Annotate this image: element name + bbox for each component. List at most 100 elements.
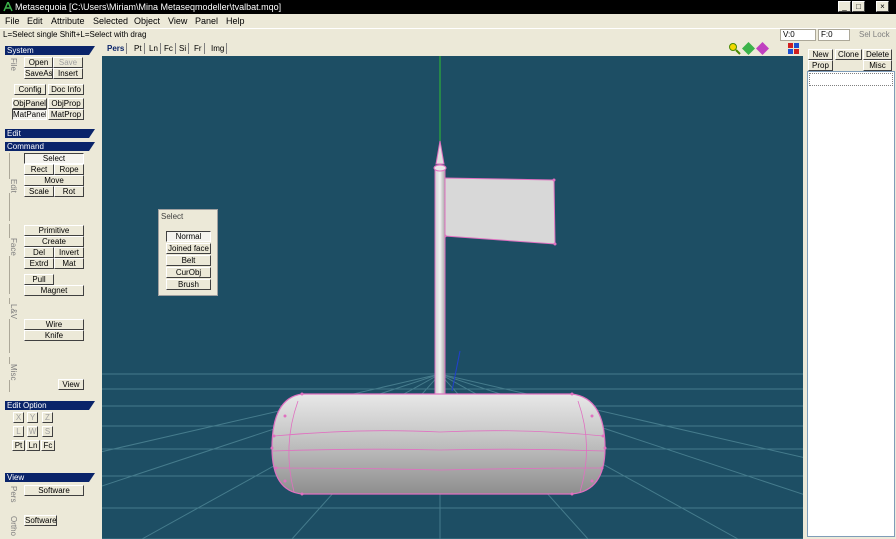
tab-ln[interactable]: Ln [147, 43, 161, 54]
create-button[interactable]: Create [24, 236, 84, 247]
3d-viewport[interactable] [102, 56, 803, 539]
config-button[interactable]: Config [14, 84, 46, 95]
flag-mesh[interactable] [443, 177, 557, 246]
scale-tool-button[interactable]: Scale [24, 186, 54, 197]
obj-prop-button[interactable]: ObjProp [48, 98, 84, 109]
rotate-view-icon[interactable] [756, 42, 769, 55]
save-as-button[interactable]: SaveAs [24, 68, 53, 79]
select-dialog: Select Normal Joined face Belt CurObj Br… [158, 209, 218, 296]
menu-attribute[interactable]: Attribute [51, 15, 85, 27]
zoom-icon[interactable] [728, 42, 741, 55]
edit-option-header[interactable]: Edit Option [5, 401, 95, 410]
menu-selected[interactable]: Selected [93, 15, 128, 27]
select-joined-face-button[interactable]: Joined face [166, 243, 211, 254]
menu-panel[interactable]: Panel [195, 15, 218, 27]
select-curobj-button[interactable]: CurObj [166, 267, 211, 278]
view-command-button[interactable]: View [58, 379, 84, 390]
mat-prop-button[interactable]: MatProp [48, 109, 84, 120]
menu-view[interactable]: View [168, 15, 187, 27]
menu-help[interactable]: Help [226, 15, 245, 27]
invert-button[interactable]: Invert [54, 247, 84, 258]
maximize-button[interactable]: □ [852, 1, 865, 12]
command-header[interactable]: Command [5, 142, 95, 151]
tab-fc[interactable]: Fc [162, 43, 176, 54]
tab-pers[interactable]: Pers [105, 43, 128, 54]
object-prop-button[interactable]: Prop [808, 60, 833, 71]
scene-canvas[interactable] [102, 56, 803, 539]
knife-button[interactable]: Knife [24, 330, 84, 341]
save-button[interactable]: Save [53, 57, 83, 68]
tab-img[interactable]: Img [209, 43, 228, 54]
select-belt-button[interactable]: Belt [166, 255, 211, 266]
open-button[interactable]: Open [24, 57, 53, 68]
command-panel: System File Open Save SaveAs Insert Conf… [0, 42, 100, 539]
select-brush-button[interactable]: Brush [166, 279, 211, 290]
obj-panel-button[interactable]: ObjPanel [12, 98, 47, 109]
face-group-label: Face [9, 238, 18, 256]
menu-bar: File Edit Attribute Selected Object View… [0, 14, 896, 28]
axis-x-button[interactable]: X [13, 412, 24, 423]
pull-button[interactable]: Pull [24, 274, 54, 285]
move-tool-button[interactable]: Move [24, 175, 84, 186]
new-object-button[interactable]: New [808, 49, 833, 60]
edit-group-label: Edit [9, 179, 18, 193]
select-dialog-title: Select [161, 212, 184, 221]
file-group-label: File [9, 58, 18, 71]
coord-s-button[interactable]: S [42, 426, 53, 437]
del-button[interactable]: Del [24, 247, 54, 258]
rot-tool-button[interactable]: Rot [54, 186, 84, 197]
mat-panel-button[interactable]: MatPanel [12, 109, 47, 120]
view-header[interactable]: View [5, 473, 95, 482]
software-render-button-bottom[interactable]: Software [24, 515, 57, 526]
hint-bar: L=Select single Shift+L=Select with drag [0, 28, 896, 41]
doc-info-button[interactable]: Doc Info [48, 84, 84, 95]
insert-button[interactable]: Insert [53, 68, 83, 79]
coord-l-button[interactable]: L [13, 426, 24, 437]
tab-fr[interactable]: Fr [192, 43, 205, 54]
x-axis-line [451, 350, 461, 392]
system-header[interactable]: System [5, 46, 95, 55]
delete-object-button[interactable]: Delete [863, 49, 892, 60]
minimize-button[interactable]: _ [838, 1, 851, 12]
select-tool-button[interactable]: Select [24, 153, 84, 164]
edit-header[interactable]: Edit [5, 129, 95, 138]
primitive-button[interactable]: Primitive [24, 225, 84, 236]
tab-si[interactable]: Si [177, 43, 190, 54]
menu-object[interactable]: Object [134, 15, 160, 27]
sel-lock-toggle[interactable]: Sel Lock [851, 29, 896, 41]
metasequoia-logo-icon [3, 2, 13, 12]
title-bar: Metasequoia [C:\Users\Miriam\Mina Metase… [0, 0, 896, 14]
select-normal-button[interactable]: Normal [166, 231, 211, 242]
menu-file[interactable]: File [5, 15, 20, 27]
select-lines-button[interactable]: Ln [26, 440, 40, 451]
menu-edit[interactable]: Edit [27, 15, 43, 27]
axis-y-button[interactable]: Y [27, 412, 38, 423]
axis-z-button[interactable]: Z [42, 412, 53, 423]
coord-w-button[interactable]: W [27, 426, 38, 437]
object-list[interactable] [807, 71, 895, 537]
window-title: Metasequoia [C:\Users\Miriam\Mina Metase… [15, 2, 282, 12]
object-misc-button[interactable]: Misc [863, 60, 892, 71]
pers-group-label: Pers [9, 486, 18, 503]
viewport-toolbar: Pers Pt Ln Fc Si Fr Img [102, 42, 803, 56]
select-faces-button[interactable]: Fc [41, 440, 55, 451]
color-palette-icon[interactable] [787, 42, 800, 55]
face-group-line [9, 224, 10, 294]
select-points-button[interactable]: Pt [12, 440, 25, 451]
software-render-button-top[interactable]: Software [24, 485, 84, 496]
hull-mesh[interactable] [270, 392, 607, 496]
extrd-button[interactable]: Extrd [24, 258, 54, 269]
ortho-group-label: Ortho [9, 516, 18, 537]
magnet-button[interactable]: Magnet [24, 285, 84, 296]
mat-button[interactable]: Mat [54, 258, 84, 269]
hint-text: L=Select single Shift+L=Select with drag [3, 30, 147, 39]
close-button[interactable]: × [876, 1, 889, 12]
rect-tool-button[interactable]: Rect [24, 164, 54, 175]
mast-mesh[interactable] [433, 140, 447, 415]
clone-object-button[interactable]: Clone [835, 49, 862, 60]
tab-pt[interactable]: Pt [132, 43, 145, 54]
wire-button[interactable]: Wire [24, 319, 84, 330]
rope-tool-button[interactable]: Rope [54, 164, 84, 175]
pan-icon[interactable] [742, 42, 755, 55]
list-item[interactable] [809, 73, 893, 86]
